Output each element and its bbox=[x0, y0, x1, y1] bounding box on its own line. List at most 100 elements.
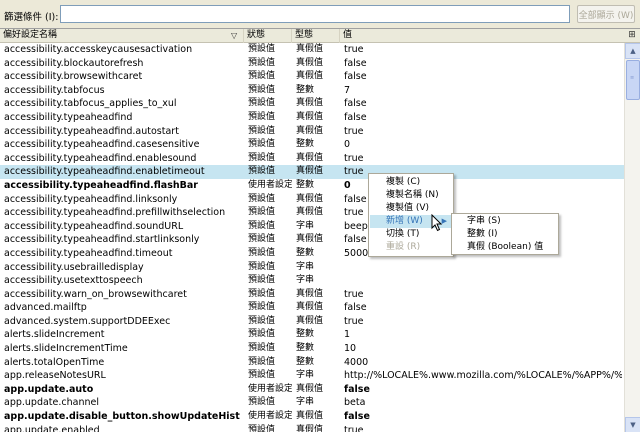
row-status-cell: 預設值 bbox=[248, 139, 276, 150]
row-type-cell: 字串 bbox=[296, 220, 315, 231]
column-picker-icon[interactable]: ⊞ bbox=[624, 29, 640, 43]
table-row[interactable]: advanced.system.supportDDEExec 預設值 真假值 true bbox=[0, 315, 624, 329]
row-name-cell: alerts.totalOpenTime bbox=[4, 356, 105, 368]
row-value-cell: 10 bbox=[344, 343, 357, 355]
table-row[interactable]: app.update.disable_button.showUpdateHist… bbox=[0, 410, 624, 424]
row-value-cell: true bbox=[344, 125, 364, 137]
context-menu-item-label: 複製 (C) bbox=[386, 177, 421, 187]
scroll-thumb[interactable]: ≡ bbox=[626, 60, 640, 100]
row-type-cell: 真假值 bbox=[296, 111, 324, 122]
row-type-cell: 真假值 bbox=[296, 57, 324, 68]
row-status-cell: 預設值 bbox=[248, 343, 276, 354]
row-status-cell: 預設值 bbox=[248, 220, 276, 231]
row-type-cell: 整數 bbox=[296, 343, 315, 354]
mouse-pointer-icon bbox=[431, 214, 443, 232]
row-name-cell: alerts.slideIncrementTime bbox=[4, 343, 128, 355]
submenu-item[interactable]: 整數 (I) bbox=[453, 228, 557, 241]
table-row[interactable]: app.update.enabled 預設值 真假值 true bbox=[0, 424, 624, 432]
column-header-type[interactable]: 型態 bbox=[292, 29, 340, 43]
row-name-cell: app.releaseNotesURL bbox=[4, 370, 106, 382]
row-value-cell: false bbox=[344, 98, 367, 110]
table-row[interactable]: accessibility.typeaheadfind 預設值 真假值 false bbox=[0, 111, 624, 125]
row-value-cell: true bbox=[344, 424, 364, 432]
row-name-cell: app.update.enabled bbox=[4, 424, 100, 432]
filter-input[interactable] bbox=[60, 5, 570, 23]
row-status-cell: 預設值 bbox=[248, 370, 276, 381]
row-name-cell: app.update.channel bbox=[4, 397, 99, 409]
table-row[interactable]: accessibility.typeaheadfind.flashBar 使用者設… bbox=[0, 179, 624, 193]
table-row[interactable]: accessibility.typeaheadfind.casesensitiv… bbox=[0, 138, 624, 152]
context-menu-item[interactable]: 重設 (R) bbox=[370, 241, 452, 254]
row-type-cell: 真假值 bbox=[296, 383, 324, 394]
column-header-status[interactable]: 狀態 bbox=[244, 29, 292, 43]
row-name-cell: accessibility.typeaheadfind bbox=[4, 111, 133, 123]
row-type-cell: 真假值 bbox=[296, 71, 324, 82]
context-menu-item-label: 複製值 (V) bbox=[386, 203, 430, 213]
row-name-cell: accessibility.usetexttospeech bbox=[4, 275, 143, 287]
row-name-cell: accessibility.warn_on_browsewithcaret bbox=[4, 288, 187, 300]
table-row[interactable]: accessibility.blockautorefresh 預設值 真假值 fals… bbox=[0, 57, 624, 71]
row-type-cell: 真假值 bbox=[296, 125, 324, 136]
context-menu-item-label: 新增 (W) bbox=[386, 216, 423, 226]
row-value-cell: true bbox=[344, 315, 364, 327]
row-status-cell: 預設值 bbox=[248, 315, 276, 326]
table-row[interactable]: app.update.channel 預設值 字串 beta bbox=[0, 396, 624, 410]
table-row[interactable]: accessibility.tabfocus 預設值 整數 7 bbox=[0, 84, 624, 98]
row-type-cell: 整數 bbox=[296, 179, 315, 190]
row-type-cell: 整數 bbox=[296, 356, 315, 367]
table-row[interactable]: alerts.slideIncrement 預設值 整數 1 bbox=[0, 328, 624, 342]
table-row[interactable]: accessibility.typeaheadfind.autostart 預設值… bbox=[0, 125, 624, 139]
row-status-cell: 預設值 bbox=[248, 288, 276, 299]
table-row[interactable]: app.releaseNotesURL 預設值 字串 http://%LOCALE%.… bbox=[0, 369, 624, 383]
row-type-cell: 真假值 bbox=[296, 302, 324, 313]
table-row[interactable]: advanced.mailftp 預設值 真假值 false bbox=[0, 301, 624, 315]
table-row[interactable]: accessibility.browsewithcaret 預設值 真假值 false bbox=[0, 70, 624, 84]
column-header-name[interactable]: 偏好設定名稱 bbox=[0, 29, 244, 43]
row-status-cell: 預設值 bbox=[248, 71, 276, 82]
row-value-cell: false bbox=[344, 383, 370, 395]
row-name-cell: accessibility.typeaheadfind.flashBar bbox=[4, 179, 198, 191]
row-value-cell: true bbox=[344, 44, 364, 55]
table-row[interactable]: alerts.totalOpenTime 預設值 整數 4000 bbox=[0, 356, 624, 370]
table-row[interactable]: accessibility.usebrailledisplay 預設值 字串 bbox=[0, 261, 624, 275]
table-row[interactable]: accessibility.tabfocus_applies_to_xul 預設值… bbox=[0, 97, 624, 111]
table-row[interactable]: accessibility.typeaheadfind.enablesound 預… bbox=[0, 152, 624, 166]
row-name-cell: accessibility.typeaheadfind.enablesound bbox=[4, 152, 197, 164]
table-row[interactable]: accessibility.typeaheadfind.linksonly 預設值… bbox=[0, 193, 624, 207]
show-all-button[interactable]: 全部顯示 (W) bbox=[577, 5, 635, 23]
table-row[interactable]: accessibility.accesskeycausesactivation 預… bbox=[0, 43, 624, 57]
submenu-item[interactable]: 字串 (S) bbox=[453, 215, 557, 228]
vertical-scrollbar[interactable]: ▲ ≡ ▼ bbox=[624, 43, 640, 432]
sort-indicator-icon[interactable]: ▽ bbox=[231, 29, 237, 42]
row-value-cell: false bbox=[344, 411, 370, 423]
table-row[interactable]: app.update.auto 使用者設定 真假值 false bbox=[0, 383, 624, 397]
scroll-down-arrow-icon[interactable]: ▼ bbox=[625, 417, 640, 432]
row-name-cell: accessibility.typeaheadfind.startlinkson… bbox=[4, 234, 200, 246]
row-type-cell: 字串 bbox=[296, 261, 315, 272]
submenu-item[interactable]: 真假 (Boolean) 值 bbox=[453, 241, 557, 254]
row-name-cell: advanced.mailftp bbox=[4, 302, 87, 314]
table-row[interactable]: alerts.slideIncrementTime 預設值 整數 10 bbox=[0, 342, 624, 356]
context-menu-item[interactable]: 複製名稱 (N) bbox=[370, 189, 452, 202]
row-name-cell: accessibility.typeaheadfind.linksonly bbox=[4, 193, 178, 205]
row-status-cell: 預設值 bbox=[248, 356, 276, 367]
row-name-cell: accessibility.browsewithcaret bbox=[4, 71, 143, 83]
column-header-value[interactable]: 值 bbox=[340, 29, 623, 43]
row-type-cell: 字串 bbox=[296, 370, 315, 381]
row-status-cell: 預設值 bbox=[248, 125, 276, 136]
table-row[interactable]: accessibility.warn_on_browsewithcaret 預設值… bbox=[0, 288, 624, 302]
row-status-cell: 預設值 bbox=[248, 275, 276, 286]
scroll-up-arrow-icon[interactable]: ▲ bbox=[625, 43, 640, 59]
context-menu-item-label: 複製名稱 (N) bbox=[386, 190, 439, 200]
row-status-cell: 預設值 bbox=[248, 111, 276, 122]
row-value-cell: http://%LOCALE%.www.mozilla.com/%LOCALE%… bbox=[344, 370, 622, 382]
context-menu-item[interactable]: 複製 (C) bbox=[370, 176, 452, 189]
table-row[interactable]: accessibility.typeaheadfind.enabletimeou… bbox=[0, 165, 624, 179]
row-status-cell: 預設值 bbox=[248, 302, 276, 313]
table-row[interactable]: accessibility.usetexttospeech 預設值 字串 bbox=[0, 274, 624, 288]
row-value-cell: 4000 bbox=[344, 356, 369, 368]
context-menu-item-label: 重設 (R) bbox=[386, 242, 421, 252]
column-header: 偏好設定名稱 ▽ 狀態 型態 值 ⊞ bbox=[0, 29, 640, 43]
row-name-cell: accessibility.typeaheadfind.soundURL bbox=[4, 220, 184, 232]
row-name-cell: accessibility.tabfocus_applies_to_xul bbox=[4, 98, 177, 110]
